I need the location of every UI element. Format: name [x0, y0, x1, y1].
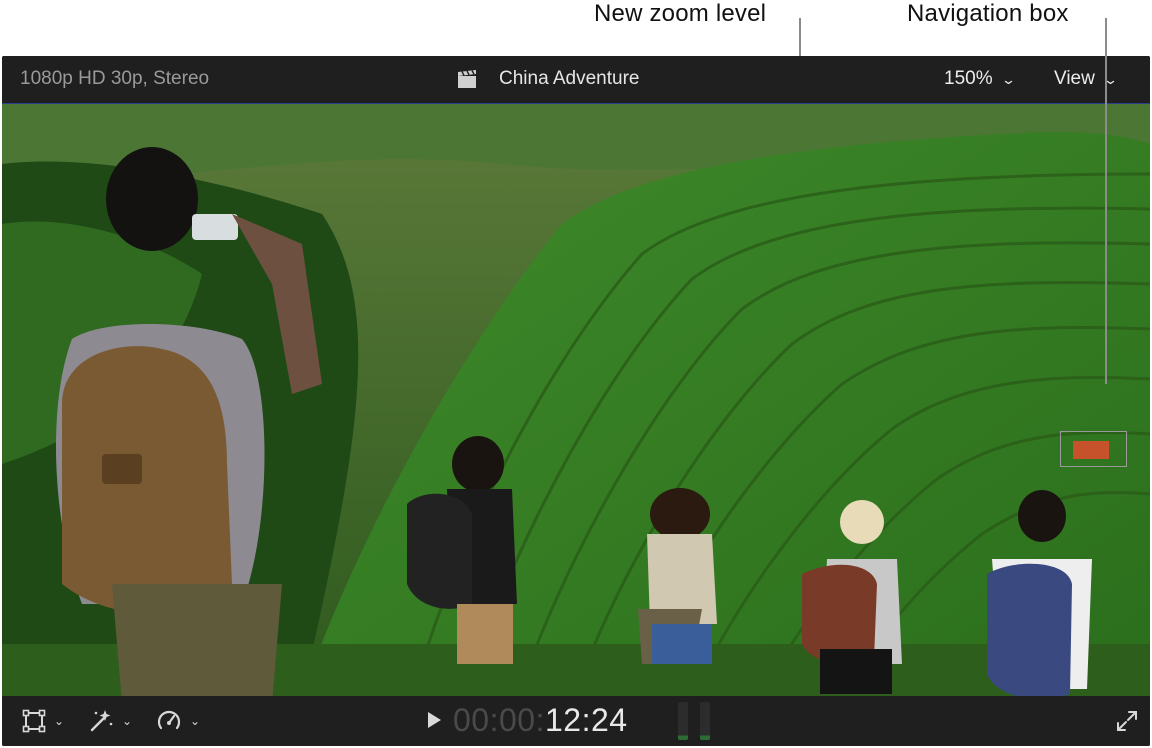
timecode-leading: 00:00: [453, 702, 545, 738]
transform-menu[interactable]: ⌄ [22, 708, 64, 734]
clip-title: China Adventure [499, 68, 640, 89]
callout-navigation-box: Navigation box [907, 0, 1069, 27]
chevron-down-icon: ⌄ [122, 714, 133, 728]
zoom-level-menu[interactable]: 150% ⌄ [944, 68, 1016, 90]
timecode-value: 12:24 [544, 702, 628, 738]
enhance-menu[interactable]: ⌄ [88, 708, 132, 734]
chevron-down-icon: ⌄ [190, 714, 201, 728]
viewer-header: 1080p HD 30p, Stereo China Adventure 150… [2, 56, 1150, 104]
format-info: 1080p HD 30p, Stereo [20, 68, 210, 89]
speedometer-icon [157, 710, 181, 730]
timecode-display[interactable]: 00:00:12:24 [453, 702, 628, 739]
viewer-footer: ⌄ ⌄ ⌄ 00:00:12:24 [2, 696, 1150, 746]
navigation-box[interactable] [1060, 431, 1127, 467]
callout-new-zoom-level: New zoom level [594, 0, 767, 27]
audio-meter-right [700, 702, 710, 740]
viewer: 1080p HD 30p, Stereo China Adventure 150… [2, 56, 1150, 746]
retime-menu[interactable]: ⌄ [156, 708, 200, 734]
navigation-highlight[interactable] [1073, 441, 1109, 459]
zoom-level-value: 150% [944, 68, 993, 89]
video-frame[interactable] [2, 104, 1150, 696]
clapperboard-icon [458, 70, 476, 88]
video-image [2, 104, 1150, 696]
magic-wand-icon [90, 710, 113, 732]
chevron-down-icon: ⌄ [54, 714, 65, 728]
fullscreen-icon[interactable] [1116, 710, 1138, 732]
play-button[interactable] [428, 712, 441, 728]
chevron-down-icon: ⌄ [1000, 72, 1016, 87]
view-menu-label: View [1054, 68, 1095, 89]
audio-meter-left [678, 702, 688, 740]
navigation-leader [1105, 18, 1107, 384]
transform-icon [22, 709, 46, 733]
